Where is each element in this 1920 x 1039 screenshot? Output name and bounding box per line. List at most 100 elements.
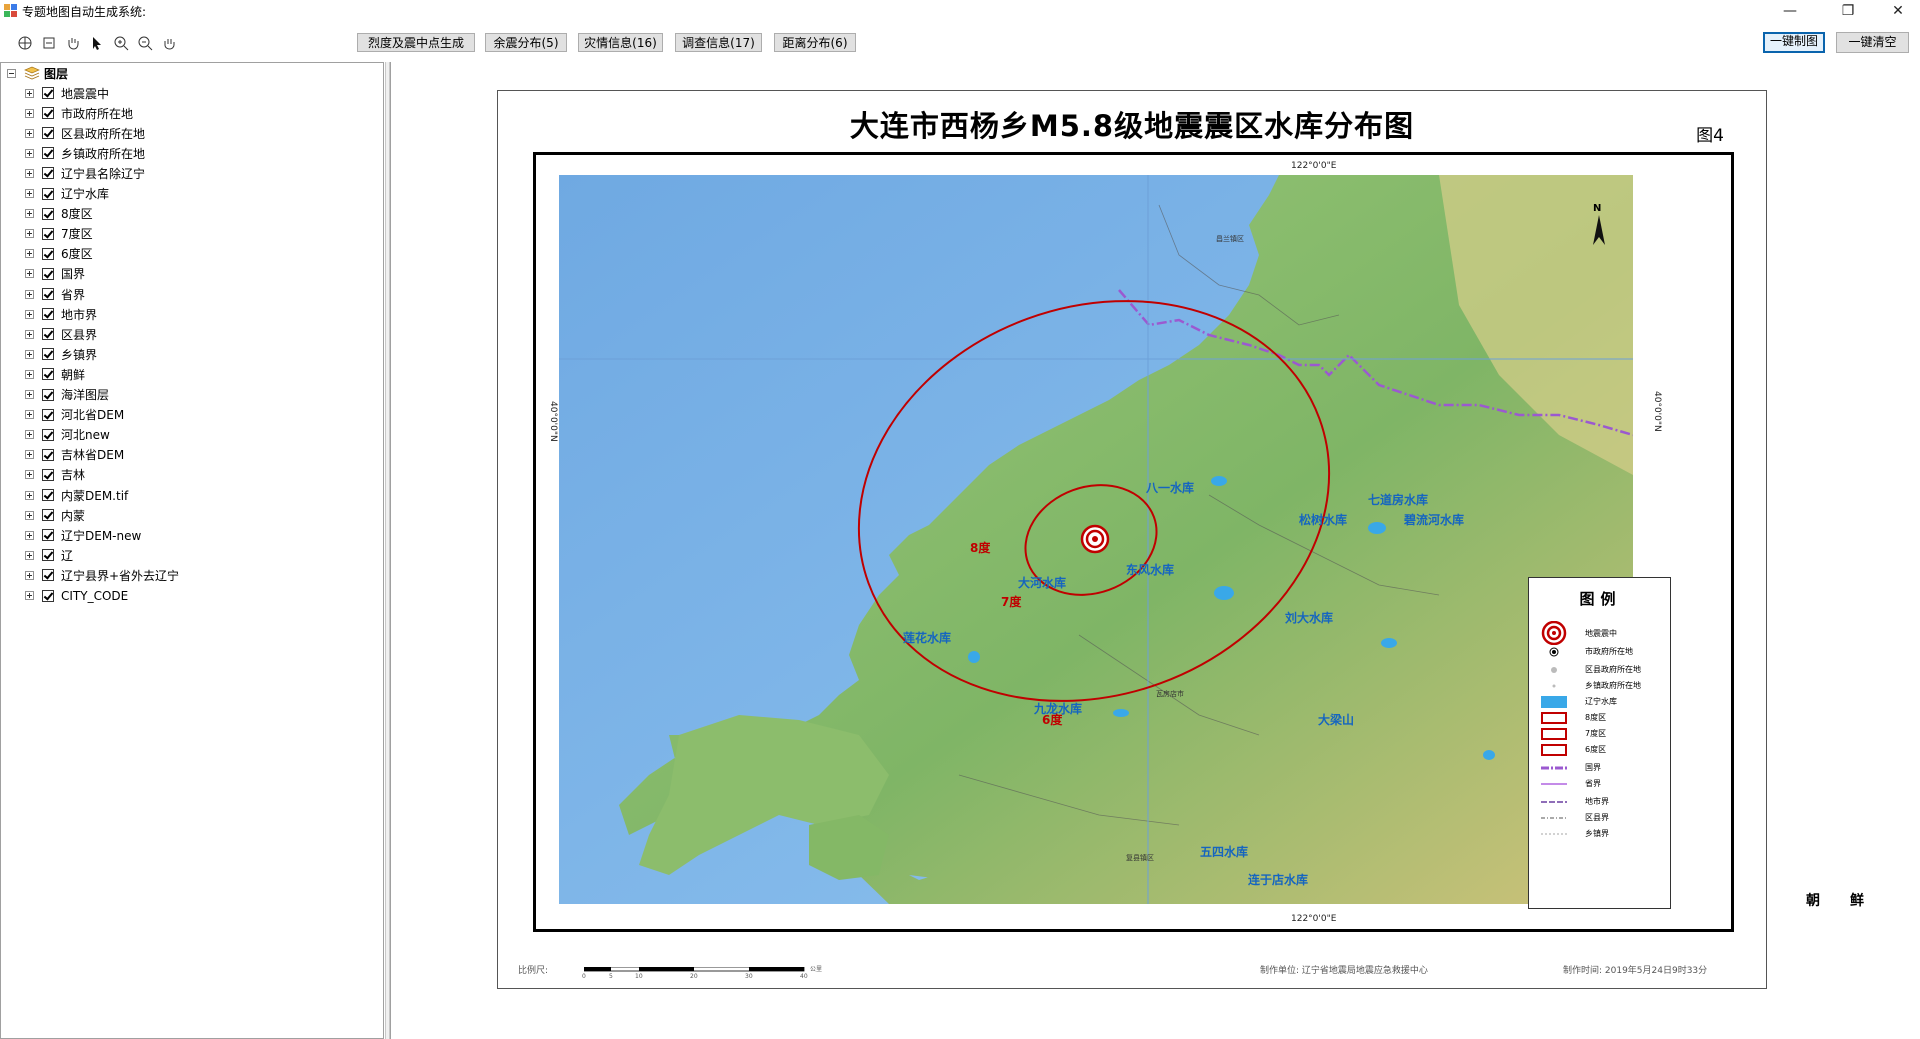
expand-icon[interactable] xyxy=(25,269,34,279)
aftershock-distribution-button[interactable]: 余震分布(5) xyxy=(485,33,567,52)
layer-item[interactable]: 乡镇界 xyxy=(25,346,97,362)
pan-hand-icon[interactable] xyxy=(64,34,82,52)
expand-icon[interactable] xyxy=(25,470,34,480)
expand-icon[interactable] xyxy=(25,209,34,219)
map-canvas[interactable] xyxy=(559,175,1633,904)
expand-icon[interactable] xyxy=(25,450,34,460)
layer-item[interactable]: 河北省DEM xyxy=(25,407,124,423)
distance-distribution-button[interactable]: 距离分布(6) xyxy=(774,33,856,52)
layer-visibility-checkbox[interactable] xyxy=(42,448,54,461)
layer-visibility-checkbox[interactable] xyxy=(42,187,54,200)
expand-icon[interactable] xyxy=(25,510,34,520)
layer-visibility-checkbox[interactable] xyxy=(42,267,54,280)
close-button[interactable]: ✕ xyxy=(1876,0,1920,22)
minimize-button[interactable]: — xyxy=(1768,0,1812,22)
expand-icon[interactable] xyxy=(25,229,34,239)
layer-tree-root[interactable]: 图层 xyxy=(7,65,68,81)
layer-visibility-checkbox[interactable] xyxy=(42,589,54,602)
layer-item[interactable]: 辽宁县名除辽宁 xyxy=(25,165,145,181)
layer-visibility-checkbox[interactable] xyxy=(42,489,54,501)
expand-icon[interactable] xyxy=(25,550,34,560)
layer-visibility-checkbox[interactable] xyxy=(42,549,54,562)
expand-icon[interactable] xyxy=(25,189,34,198)
layer-visibility-checkbox[interactable] xyxy=(42,147,54,160)
expand-icon[interactable] xyxy=(25,369,34,379)
layer-visibility-checkbox[interactable] xyxy=(42,207,54,220)
layer-item[interactable]: 7度区 xyxy=(25,226,93,242)
layer-item[interactable]: 6度区 xyxy=(25,246,93,262)
expand-icon[interactable] xyxy=(25,390,34,399)
expand-icon[interactable] xyxy=(25,410,34,420)
expand-icon[interactable] xyxy=(25,530,34,540)
zoom-out-icon[interactable] xyxy=(136,34,154,52)
expand-icon[interactable] xyxy=(25,148,34,158)
expand-icon[interactable] xyxy=(25,168,34,178)
expand-icon[interactable] xyxy=(25,329,34,339)
layer-item[interactable]: 省界 xyxy=(25,286,85,302)
expand-icon[interactable] xyxy=(25,128,34,138)
expand-icon[interactable] xyxy=(25,249,34,259)
layer-item[interactable]: 区县界 xyxy=(25,326,97,342)
layer-item[interactable]: CITY_CODE xyxy=(25,588,128,604)
layer-visibility-checkbox[interactable] xyxy=(42,509,54,522)
layer-visibility-checkbox[interactable] xyxy=(42,127,54,140)
layer-item[interactable]: 吉林 xyxy=(25,467,85,483)
legend-symbol-icon xyxy=(1539,794,1569,810)
layer-visibility-checkbox[interactable] xyxy=(42,107,54,120)
layer-visibility-checkbox[interactable] xyxy=(42,428,54,441)
layer-item[interactable]: 辽宁水库 xyxy=(25,186,109,202)
layer-item[interactable]: 区县政府所在地 xyxy=(25,125,145,141)
layer-visibility-checkbox[interactable] xyxy=(42,167,54,180)
layer-visibility-checkbox[interactable] xyxy=(42,388,54,401)
disaster-info-button[interactable]: 灾情信息(16) xyxy=(578,33,663,52)
clear-all-button[interactable]: 一键清空 xyxy=(1836,32,1909,53)
layer-visibility-checkbox[interactable] xyxy=(42,308,54,321)
layer-item[interactable]: 乡镇政府所在地 xyxy=(25,145,145,161)
layer-item[interactable]: 吉林省DEM xyxy=(25,447,124,463)
layer-item[interactable]: 8度区 xyxy=(25,206,93,222)
layer-item[interactable]: 国界 xyxy=(25,266,85,282)
expand-icon[interactable] xyxy=(25,490,34,500)
expand-icon[interactable] xyxy=(25,591,34,600)
layer-visibility-checkbox[interactable] xyxy=(42,368,54,381)
maximize-button[interactable]: ❐ xyxy=(1826,0,1870,22)
layer-visibility-checkbox[interactable] xyxy=(42,328,54,341)
layer-item[interactable]: 河北new xyxy=(25,427,110,443)
layer-item[interactable]: 内蒙 xyxy=(25,507,85,523)
previous-extent-icon[interactable] xyxy=(40,34,58,52)
layer-visibility-checkbox[interactable] xyxy=(42,529,54,542)
layer-item[interactable]: 市政府所在地 xyxy=(25,105,133,121)
expand-icon[interactable] xyxy=(25,349,34,359)
layer-item[interactable]: 海洋图层 xyxy=(25,387,109,403)
grab-hand-icon[interactable] xyxy=(160,34,178,52)
expand-icon[interactable] xyxy=(25,108,34,118)
layer-visibility-checkbox[interactable] xyxy=(42,227,54,240)
expand-icon[interactable] xyxy=(25,570,34,580)
expand-icon[interactable] xyxy=(25,289,34,299)
layer-visibility-checkbox[interactable] xyxy=(42,87,54,99)
layer-visibility-checkbox[interactable] xyxy=(42,569,54,582)
intensity-epicenter-button[interactable]: 烈度及震中点生成 xyxy=(357,33,475,52)
full-extent-icon[interactable] xyxy=(16,34,34,52)
make-map-button[interactable]: 一键制图 xyxy=(1763,32,1825,53)
layer-item[interactable]: 辽宁DEM-new xyxy=(25,527,141,543)
expand-icon[interactable] xyxy=(25,88,34,98)
survey-info-button[interactable]: 调查信息(17) xyxy=(675,33,762,52)
layer-item[interactable]: 辽 xyxy=(25,547,73,563)
layer-visibility-checkbox[interactable] xyxy=(42,247,54,260)
layer-visibility-checkbox[interactable] xyxy=(42,348,54,361)
layer-item[interactable]: 地市界 xyxy=(25,306,97,322)
layer-item[interactable]: 地震震中 xyxy=(25,85,109,101)
select-arrow-icon[interactable] xyxy=(88,34,106,52)
layer-item[interactable]: 内蒙DEM.tif xyxy=(25,487,128,503)
layer-visibility-checkbox[interactable] xyxy=(42,288,54,300)
legend-label: 地市界 xyxy=(1585,797,1609,806)
layer-item[interactable]: 辽宁县界+省外去辽宁 xyxy=(25,567,179,583)
layer-visibility-checkbox[interactable] xyxy=(42,468,54,481)
expand-icon[interactable] xyxy=(25,430,34,440)
layer-item[interactable]: 朝鲜 xyxy=(25,366,85,382)
expand-icon[interactable] xyxy=(25,309,34,319)
layer-visibility-checkbox[interactable] xyxy=(42,408,54,421)
zoom-in-icon[interactable] xyxy=(112,34,130,52)
collapse-icon[interactable] xyxy=(7,68,16,78)
